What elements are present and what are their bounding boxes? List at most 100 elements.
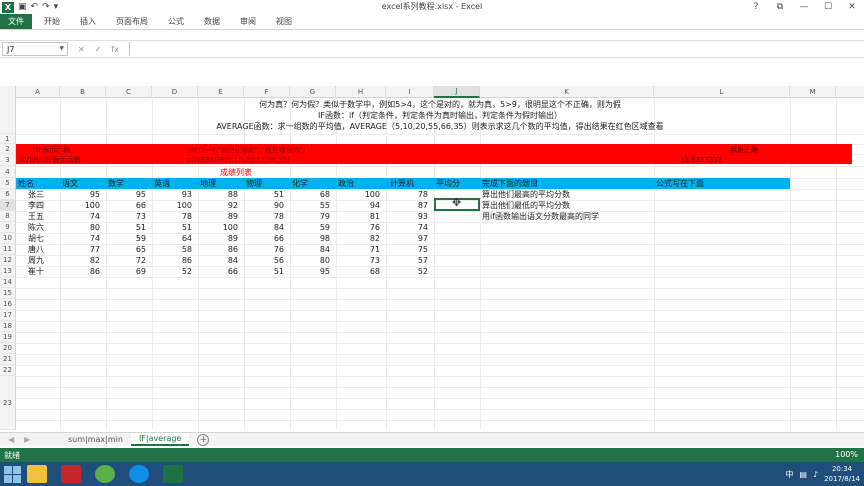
score-cell[interactable]: 87 — [386, 200, 434, 211]
column-header-e[interactable]: E — [198, 86, 244, 98]
score-cell[interactable]: 84 — [244, 222, 290, 233]
score-cell[interactable]: 93 — [386, 211, 434, 222]
score-cell[interactable]: 100 — [198, 222, 244, 233]
row-header-1[interactable] — [0, 98, 16, 134]
score-cell[interactable]: 56 — [244, 255, 290, 266]
score-cell[interactable]: 68 — [290, 189, 336, 200]
score-cell[interactable]: 75 — [386, 244, 434, 255]
tab-file[interactable]: 文件 — [0, 14, 32, 29]
header-physics[interactable]: 物理 — [246, 178, 262, 189]
row-header-20[interactable]: 20 — [0, 343, 16, 354]
student-name-cell[interactable]: 唐八 — [28, 244, 44, 255]
start-button[interactable] — [2, 465, 22, 483]
score-cell[interactable]: 90 — [244, 200, 290, 211]
average-example-result[interactable]: 31.8333333 — [680, 155, 722, 164]
undo-icon[interactable]: ↶ — [31, 2, 39, 12]
row-header-9[interactable]: 9 — [0, 222, 16, 233]
add-sheet-button[interactable]: + — [197, 433, 210, 446]
header-average[interactable]: 平均分 — [436, 178, 460, 189]
score-cell[interactable]: 89 — [198, 233, 244, 244]
customize-qat-icon[interactable]: ▾ — [54, 2, 59, 12]
score-cell[interactable]: 86 — [60, 266, 106, 277]
score-cell[interactable]: 78 — [244, 211, 290, 222]
minimize-button[interactable]: — — [792, 0, 816, 14]
score-cell[interactable]: 84 — [198, 255, 244, 266]
student-name-cell[interactable]: 李四 — [28, 200, 44, 211]
score-cell[interactable]: 71 — [336, 244, 386, 255]
header-chinese[interactable]: 语文 — [62, 178, 78, 189]
score-cell[interactable]: 77 — [60, 244, 106, 255]
taskbar-browser[interactable] — [90, 463, 120, 485]
row-header-12[interactable]: 12 — [0, 255, 16, 266]
student-name-cell[interactable]: 王五 — [28, 211, 44, 222]
score-cell[interactable]: 82 — [60, 255, 106, 266]
column-header-h[interactable]: H — [336, 86, 386, 98]
maximize-button[interactable]: ☐ — [816, 0, 840, 14]
score-cell[interactable]: 51 — [152, 222, 198, 233]
row-header-15[interactable]: 15 — [0, 288, 16, 299]
row-header-19[interactable]: 19 — [0, 332, 16, 343]
insert-function-icon[interactable]: fx — [111, 45, 119, 54]
task-item-2[interactable]: 算出他们最低的平均分数 — [482, 200, 570, 211]
student-name-cell[interactable]: 陈六 — [28, 222, 44, 233]
task-item-3[interactable]: 用if函数输出语文分数最高的同学 — [482, 211, 599, 222]
header-name[interactable]: 姓名 — [18, 178, 34, 189]
score-cell[interactable]: 74 — [386, 222, 434, 233]
next-sheet-icon[interactable]: ▶ — [24, 435, 30, 444]
score-cell[interactable]: 78 — [386, 189, 434, 200]
header-politics[interactable]: 政治 — [338, 178, 354, 189]
tab-data[interactable]: 数据 — [194, 14, 230, 29]
tab-review[interactable]: 审阅 — [230, 14, 266, 29]
name-box[interactable]: J7 ▼ — [2, 42, 68, 56]
score-cell[interactable]: 74 — [60, 211, 106, 222]
row-header-5[interactable]: 5 — [0, 178, 16, 189]
score-cell[interactable]: 73 — [336, 255, 386, 266]
average-example-label[interactable]: AVERAGE表示示例 — [20, 155, 81, 164]
score-cell[interactable]: 66 — [106, 200, 152, 211]
task-item-1[interactable]: 算出他们最高的平均分数 — [482, 189, 570, 200]
if-example-label[interactable]: IF表示示例 — [36, 145, 70, 154]
row-header-13[interactable]: 13 — [0, 266, 16, 277]
taskbar-teamviewer[interactable] — [124, 463, 154, 485]
student-name-cell[interactable]: 张三 — [28, 189, 44, 200]
score-cell[interactable]: 58 — [152, 244, 198, 255]
row-header-18[interactable]: 18 — [0, 321, 16, 332]
column-header-f[interactable]: F — [244, 86, 290, 98]
select-all-corner[interactable] — [0, 86, 16, 98]
column-header-m[interactable]: M — [790, 86, 836, 98]
cancel-icon[interactable]: ✕ — [78, 45, 85, 54]
redo-icon[interactable]: ↷ — [42, 2, 50, 12]
column-header-d[interactable]: D — [152, 86, 198, 98]
column-header-a[interactable]: A — [16, 86, 60, 98]
score-cell[interactable]: 79 — [290, 211, 336, 222]
score-cell[interactable]: 51 — [244, 266, 290, 277]
score-cell[interactable]: 94 — [336, 200, 386, 211]
prev-sheet-icon[interactable]: ◀ — [8, 435, 14, 444]
score-cell[interactable]: 72 — [106, 255, 152, 266]
row-header-1[interactable]: 1 — [0, 134, 16, 144]
enter-icon[interactable]: ✓ — [95, 45, 102, 54]
row-header-3[interactable]: 3 — [0, 154, 16, 166]
column-header-k[interactable]: K — [480, 86, 654, 98]
student-name-cell[interactable]: 周九 — [28, 255, 44, 266]
score-cell[interactable]: 89 — [198, 211, 244, 222]
score-cell[interactable]: 78 — [152, 211, 198, 222]
tab-formulas[interactable]: 公式 — [158, 14, 194, 29]
column-header-g[interactable]: G — [290, 86, 336, 98]
score-cell[interactable]: 81 — [336, 211, 386, 222]
column-header-i[interactable]: I — [386, 86, 434, 98]
student-name-cell[interactable]: 崔十 — [28, 266, 44, 277]
score-cell[interactable]: 86 — [152, 255, 198, 266]
network-icon[interactable]: ▤ — [799, 470, 807, 479]
header-geography[interactable]: 地理 — [200, 178, 216, 189]
score-cell[interactable]: 64 — [152, 233, 198, 244]
score-cell[interactable]: 100 — [336, 189, 386, 200]
tab-insert[interactable]: 插入 — [70, 14, 106, 29]
score-cell[interactable]: 82 — [336, 233, 386, 244]
sheet-tab-sum-max-min[interactable]: sum|max|min — [60, 433, 131, 446]
score-cell[interactable]: 97 — [386, 233, 434, 244]
score-cell[interactable]: 92 — [198, 200, 244, 211]
row-header-11[interactable]: 11 — [0, 244, 16, 255]
header-computer[interactable]: 计算机 — [390, 178, 414, 189]
score-cell[interactable]: 51 — [244, 189, 290, 200]
